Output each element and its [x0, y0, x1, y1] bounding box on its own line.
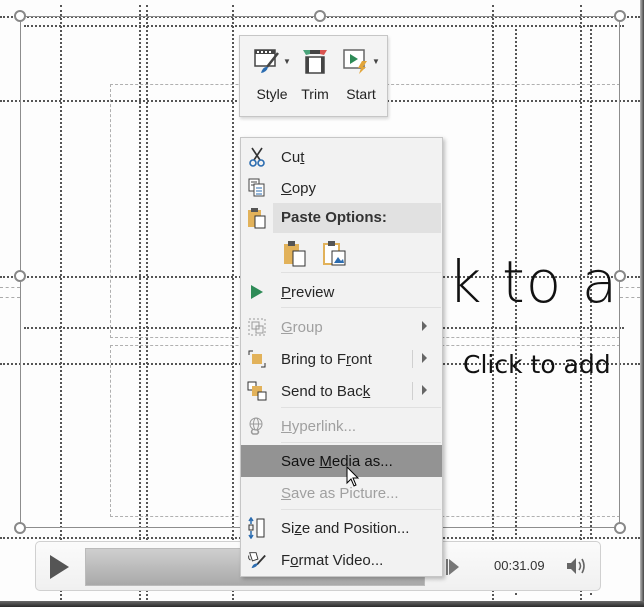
guide-line — [0, 297, 20, 298]
copy-icon — [247, 178, 267, 198]
resize-handle-bottom-right[interactable] — [614, 522, 626, 534]
play-icon[interactable] — [50, 555, 69, 579]
context-menu: Cut Copy Paste Options: Preview Group Br… — [240, 137, 443, 577]
guide-line — [0, 287, 20, 288]
menu-item-size-and-position[interactable]: Size and Position... — [241, 512, 442, 544]
resize-handle-right[interactable] — [614, 270, 626, 282]
split-separator — [412, 350, 413, 368]
submenu-arrow-icon[interactable] — [422, 385, 427, 395]
video-style-icon — [254, 49, 280, 73]
resize-handle-bottom-left[interactable] — [14, 522, 26, 534]
start-button[interactable]: ▼ Start — [338, 36, 384, 116]
resize-handle-top[interactable] — [314, 10, 326, 22]
window-edge — [0, 601, 644, 607]
hyperlink-icon — [247, 416, 267, 436]
menu-separator — [281, 442, 441, 443]
menu-item-label: Preview — [281, 283, 335, 301]
menu-item-label: Hyperlink... — [281, 417, 357, 435]
trim-button[interactable]: Trim — [298, 36, 332, 116]
bring-to-front-icon — [247, 349, 267, 369]
mini-toolbar: ▼ Style Trim ▼ Start — [239, 35, 388, 117]
start-video-icon — [343, 49, 368, 74]
resize-handle-top-left[interactable] — [14, 10, 26, 22]
menu-item-format-video[interactable]: Format Video... — [241, 544, 442, 576]
menu-item-cut[interactable]: Cut — [241, 141, 442, 173]
paste-options-label: Paste Options: — [281, 209, 387, 226]
menu-item-label: Send to Back — [281, 382, 371, 400]
play-preview-icon — [247, 282, 267, 302]
paste-keep-source-button[interactable] — [283, 239, 307, 267]
menu-item-label: Group — [281, 318, 323, 336]
paste-as-picture-button[interactable] — [323, 239, 347, 267]
menu-item-group[interactable]: Group — [241, 311, 442, 343]
menu-item-label: Copy — [281, 179, 317, 197]
menu-separator — [281, 407, 441, 408]
menu-item-hyperlink[interactable]: Hyperlink... — [241, 410, 442, 442]
guide-line — [620, 287, 640, 288]
menu-item-label: Cut — [281, 148, 305, 166]
paste-keep-formatting-icon — [284, 241, 306, 267]
split-separator — [412, 382, 413, 400]
menu-item-label: Save as Picture... — [281, 484, 399, 502]
mouse-cursor-icon — [346, 465, 360, 493]
submenu-arrow-icon — [422, 321, 427, 331]
group-icon — [247, 317, 267, 337]
menu-separator — [281, 509, 441, 510]
trim-label: Trim — [301, 86, 329, 102]
dropdown-arrow-icon: ▼ — [372, 56, 380, 66]
start-label: Start — [346, 86, 376, 102]
paste-icon — [247, 207, 267, 234]
style-label: Style — [256, 86, 288, 102]
send-to-back-icon — [247, 381, 267, 401]
menu-separator — [281, 272, 441, 273]
menu-item-label: Bring to Front — [281, 350, 372, 368]
paste-options-header: Paste Options: — [273, 203, 441, 233]
paste-picture-icon — [323, 241, 346, 266]
resize-handle-left[interactable] — [14, 270, 26, 282]
guide-line — [620, 297, 640, 298]
step-forward-icon[interactable] — [446, 558, 460, 581]
window-edge — [640, 0, 644, 607]
trim-video-icon — [303, 50, 327, 74]
style-button[interactable]: ▼ Style — [250, 36, 294, 116]
time-readout: 00:31.09 — [494, 558, 545, 573]
menu-separator — [281, 307, 441, 308]
format-video-icon — [247, 550, 267, 570]
size-position-icon — [247, 517, 267, 539]
menu-item-save-media-as[interactable]: Save Media as... — [241, 445, 442, 477]
menu-item-label: Size and Position... — [281, 519, 410, 537]
menu-item-label: Save Media as... — [281, 452, 393, 470]
menu-item-save-as-picture[interactable]: Save as Picture... — [241, 477, 442, 509]
menu-item-preview[interactable]: Preview — [241, 276, 442, 308]
menu-item-bring-to-front[interactable]: Bring to Front — [241, 343, 442, 375]
resize-handle-top-right[interactable] — [614, 10, 626, 22]
slide-canvas: k to a Click to add 00:31.09 ▼ Style Tri… — [0, 0, 644, 607]
dropdown-arrow-icon: ▼ — [283, 56, 291, 66]
submenu-arrow-icon[interactable] — [422, 353, 427, 363]
scissors-icon — [247, 147, 267, 167]
volume-icon[interactable] — [566, 556, 588, 581]
menu-item-label: Format Video... — [281, 551, 384, 569]
menu-item-copy[interactable]: Copy — [241, 172, 442, 204]
menu-item-send-to-back[interactable]: Send to Back — [241, 375, 442, 407]
